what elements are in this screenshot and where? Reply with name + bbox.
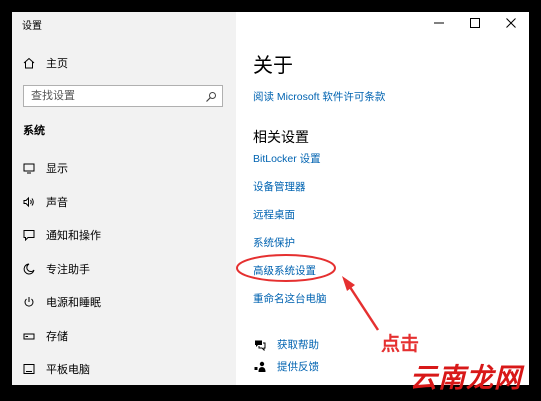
system-protection-link[interactable]: 系统保护 [253,235,295,250]
maximize-icon [470,15,480,33]
feedback-link[interactable]: 提供反馈 [253,359,319,374]
get-help-label: 获取帮助 [277,339,319,351]
sidebar-item-label: 主页 [46,58,68,70]
close-button[interactable] [493,12,529,36]
sidebar-item-label: 平板电脑 [46,364,90,376]
sidebar-item-power-sleep[interactable]: 电源和睡眠 [22,292,101,312]
search-icon[interactable] [205,90,217,102]
notification-icon [22,228,36,242]
sidebar-item-storage[interactable]: 存储 [22,326,68,346]
sidebar-item-notifications[interactable]: 通知和操作 [22,225,101,245]
license-terms-link[interactable]: 阅读 Microsoft 软件许可条款 [253,89,385,104]
sidebar-item-label: 电源和睡眠 [46,297,101,309]
bitlocker-settings-link[interactable]: BitLocker 设置 [253,151,321,166]
section-title: 系统 [23,125,45,137]
window-controls [421,12,529,36]
power-icon [22,295,36,309]
sidebar-item-sound[interactable]: 声音 [22,192,68,212]
related-settings-title: 相关设置 [253,129,309,145]
watermark: 云南龙网 [410,363,522,393]
settings-window: 设置 主页 系统 显示 声音 [12,12,529,385]
remote-desktop-link[interactable]: 远程桌面 [253,207,295,222]
search-box[interactable] [23,85,223,107]
maximize-button[interactable] [457,12,493,36]
minimize-button[interactable] [421,12,457,36]
click-hint: 点击 [381,334,420,355]
sidebar: 设置 主页 系统 显示 声音 [12,12,236,385]
tablet-icon [22,362,36,376]
minimize-icon [434,15,444,33]
sidebar-item-focus-assist[interactable]: 专注助手 [22,259,90,279]
sidebar-item-label: 专注助手 [46,264,90,276]
sidebar-item-label: 通知和操作 [46,230,101,242]
sidebar-item-label: 声音 [46,197,68,209]
get-help-link[interactable]: 获取帮助 [253,337,319,352]
feedback-label: 提供反馈 [277,361,319,373]
search-input[interactable] [31,87,201,105]
display-icon [22,161,36,175]
window-title: 设置 [22,21,42,32]
home-icon [22,56,36,70]
device-manager-link[interactable]: 设备管理器 [253,179,306,194]
page-title: 关于 [253,55,293,77]
rename-pc-link[interactable]: 重命名这台电脑 [253,291,327,306]
close-icon [506,15,516,33]
storage-icon [22,329,36,343]
feedback-icon [253,360,267,374]
sidebar-item-display[interactable]: 显示 [22,158,68,178]
sidebar-item-label: 存储 [46,331,68,343]
advanced-system-settings-link[interactable]: 高级系统设置 [253,263,316,278]
sound-icon [22,195,36,209]
moon-icon [22,262,36,276]
sidebar-item-tablet[interactable]: 平板电脑 [22,359,90,379]
sidebar-item-label: 显示 [46,163,68,175]
help-chat-icon [253,338,267,352]
sidebar-item-home[interactable]: 主页 [22,53,68,73]
